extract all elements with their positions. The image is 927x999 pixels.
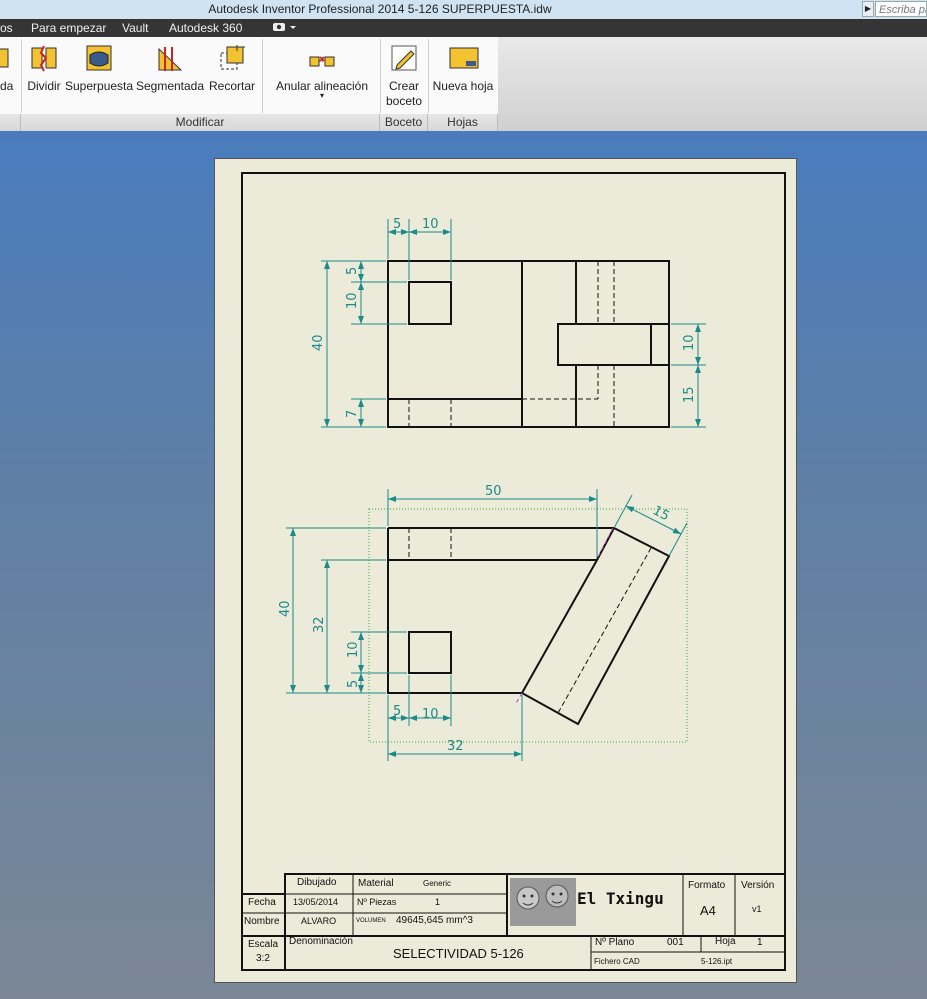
denominacion-label: Denominación [289, 936, 353, 947]
ribbon-group-hojas: Hojas [428, 114, 498, 131]
dim-bottom-top50: 50 [485, 484, 502, 499]
top-view [387, 260, 670, 428]
ribbon-button-partial[interactable]: da [0, 37, 20, 113]
formato-label: Formato [688, 880, 726, 891]
version-label: Versión [741, 880, 775, 891]
hoja-value: 1 [757, 937, 763, 948]
dim-bottom-h40: 40 [278, 600, 293, 617]
menu-item-para-empezar[interactable]: Para empezar [31, 21, 106, 35]
superpuesta-icon [86, 45, 112, 71]
dim-top-h7: 7 [345, 410, 360, 418]
dropdown-arrow-icon: ▾ [319, 91, 324, 100]
fichero-value: 5-126.ipt [701, 957, 733, 966]
dim-top-h40: 40 [311, 334, 326, 351]
escala-value: 3:2 [256, 953, 270, 964]
dibujado-label: Dibujado [297, 877, 337, 888]
formato-value: A4 [700, 903, 716, 918]
ribbon-divider [380, 39, 381, 113]
ribbon-group-modificar: Modificar [21, 114, 380, 131]
segmentada-button[interactable]: Segmentada [135, 37, 205, 113]
sketch-pencil-icon [391, 45, 417, 71]
technical-drawing: 5 10 5 10 40 7 10 15 50 15 40 32 10 5 5 … [241, 172, 786, 971]
material-label: Material [358, 878, 394, 889]
view-frame [368, 508, 688, 743]
dim-top-h10: 10 [345, 292, 360, 309]
dim-bottom-w5: 5 [393, 704, 401, 719]
search-input[interactable]: Escriba pa [875, 1, 927, 17]
plano-label: Nº Plano [595, 937, 635, 948]
dividir-button[interactable]: Dividir [23, 37, 65, 113]
dim-top-r15: 15 [682, 386, 697, 403]
ribbon-divider [428, 39, 429, 113]
window-title: Autodesk Inventor Professional 2014 5-12… [208, 2, 552, 16]
hoja-label: Hoja [715, 936, 736, 947]
bottom-view-hidden-lines [408, 528, 652, 714]
crear-boceto-button[interactable]: Crear boceto [382, 37, 426, 113]
recortar-button[interactable]: Recortar [207, 37, 257, 113]
dim-bottom-h5: 5 [346, 680, 361, 688]
menu-item-os[interactable]: os [0, 21, 13, 35]
bottom-view-dimensions [286, 489, 688, 761]
nueva-hoja-button[interactable]: Nueva hoja [430, 37, 496, 113]
nombre-label: Nombre [244, 916, 280, 927]
plano-value: 001 [667, 937, 684, 948]
ribbon: da Dividir Superpuesta Segmentada Recort… [0, 37, 927, 131]
title-bar: Autodesk Inventor Professional 2014 5-12… [0, 0, 927, 19]
dividir-icon [31, 45, 57, 72]
new-sheet-icon [449, 47, 479, 69]
ribbon-panel: da Dividir Superpuesta Segmentada Recort… [0, 37, 498, 131]
fecha-value: 13/05/2014 [293, 897, 339, 907]
menu-item-vault[interactable]: Vault [122, 21, 148, 35]
dim-top-h5: 5 [345, 267, 360, 275]
material-value: Generic [423, 879, 452, 888]
escala-label: Escala [248, 939, 279, 950]
logo-faces-icon [510, 878, 576, 926]
dim-bottom-w10: 10 [422, 707, 439, 722]
menu-bar: os Para empezar Vault Autodesk 360 [0, 19, 927, 37]
version-value: v1 [752, 904, 762, 914]
volumen-value: 49645,645 mm^3 [396, 915, 473, 926]
ribbon-divider [262, 39, 263, 113]
segmentada-icon [158, 47, 183, 71]
menu-item-autodesk-360[interactable]: Autodesk 360 [169, 21, 242, 35]
piezas-value: 1 [435, 897, 441, 907]
denominacion-value: SELECTIVIDAD 5-126 [393, 946, 524, 961]
dim-top-w5: 5 [393, 217, 401, 232]
search-expand-icon[interactable]: ▶ [862, 1, 874, 17]
piezas-label: Nº Piezas [357, 897, 397, 907]
anular-alineacion-button[interactable]: Anular alineación ▾ [266, 37, 378, 113]
dim-bottom-h10: 10 [346, 641, 361, 658]
sheet-border [241, 172, 786, 971]
volumen-label: VOLUMEN [356, 918, 386, 924]
dim-top-w10: 10 [422, 217, 439, 232]
logo-text: El Txingu [577, 889, 664, 908]
fecha-label: Fecha [248, 897, 276, 908]
ribbon-group-boceto: Boceto [380, 114, 428, 131]
recortar-icon [220, 45, 245, 70]
drawing-sheet[interactable]: 5 10 5 10 40 7 10 15 50 15 40 32 10 5 5 … [214, 158, 797, 983]
ribbon-group-partial [0, 114, 21, 131]
camera-dropdown-icon[interactable] [272, 20, 298, 37]
top-view-dimension-labels: 5 10 5 10 40 7 10 15 [311, 217, 697, 418]
nombre-value: ALVARO [301, 916, 337, 926]
superpuesta-button[interactable]: Superpuesta [65, 37, 133, 113]
bottom-view [387, 527, 671, 726]
bottom-view-dimension-labels: 50 15 40 32 10 5 5 10 32 [278, 484, 672, 754]
ribbon-divider [21, 39, 22, 113]
dim-bottom-h32: 32 [312, 616, 327, 633]
dim-bottom-diag15: 15 [650, 503, 672, 524]
fichero-label: Fichero CAD [594, 957, 640, 966]
anular-alineacion-icon [309, 56, 335, 67]
dim-bottom-w32: 32 [447, 739, 464, 754]
dim-top-r10: 10 [682, 334, 697, 351]
